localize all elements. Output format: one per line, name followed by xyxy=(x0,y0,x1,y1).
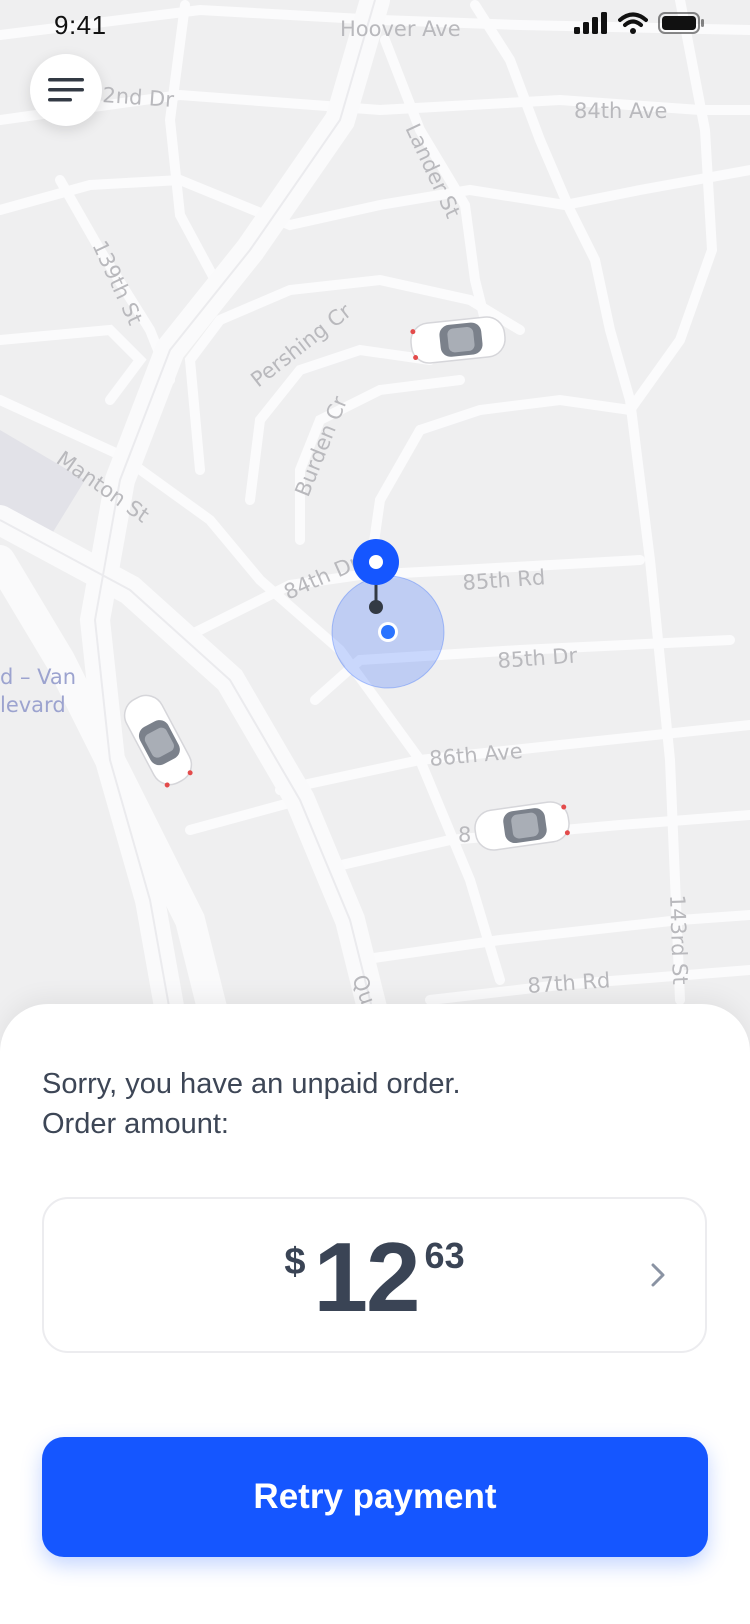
menu-icon xyxy=(48,78,84,102)
street-label: 84th Ave xyxy=(574,99,667,123)
menu-button[interactable] xyxy=(30,54,102,126)
battery-icon xyxy=(658,12,704,34)
street-label: 2nd Dr xyxy=(102,83,175,112)
unpaid-order-message: Sorry, you have an unpaid order. Order a… xyxy=(42,1064,461,1144)
car-icon xyxy=(474,801,570,851)
map-view[interactable]: Hoover Ave 2nd Dr 84th Ave Lander St 139… xyxy=(0,0,750,1040)
retry-payment-button[interactable]: Retry payment xyxy=(42,1437,708,1557)
currency-symbol: $ xyxy=(284,1241,306,1283)
street-label: 85th Rd xyxy=(462,565,546,595)
order-amount-label: Order amount: xyxy=(42,1108,229,1140)
amount-whole: 12 xyxy=(313,1222,421,1332)
bottom-sheet: Sorry, you have an unpaid order. Order a… xyxy=(0,1004,750,1624)
street-label: 8 xyxy=(458,823,471,847)
street-label: 143rd St xyxy=(665,894,692,985)
street-label: 87th Rd xyxy=(527,968,611,998)
street-label: Lander St xyxy=(400,120,464,222)
message-line: Sorry, you have an unpaid order. xyxy=(42,1068,461,1100)
signal-icon xyxy=(574,12,607,34)
status-bar: 9:41 xyxy=(0,0,750,50)
amount-cents: 63 xyxy=(424,1235,465,1276)
chevron-right-icon xyxy=(651,1263,665,1287)
street-label: 139th St xyxy=(87,237,147,329)
wifi-icon xyxy=(618,12,648,34)
street-label: 85th Dr xyxy=(497,643,579,673)
order-amount: $12 63 xyxy=(44,1227,705,1327)
place-label: levard xyxy=(0,693,66,717)
car-icon xyxy=(410,316,506,364)
street-label: Burden Cr xyxy=(290,393,352,500)
order-amount-card[interactable]: $12 63 xyxy=(42,1197,707,1353)
place-label: d – Van xyxy=(0,665,76,689)
street-label: Pershing Cr xyxy=(246,299,356,392)
street-label: 86th Ave xyxy=(428,739,523,771)
status-time: 9:41 xyxy=(54,10,107,40)
